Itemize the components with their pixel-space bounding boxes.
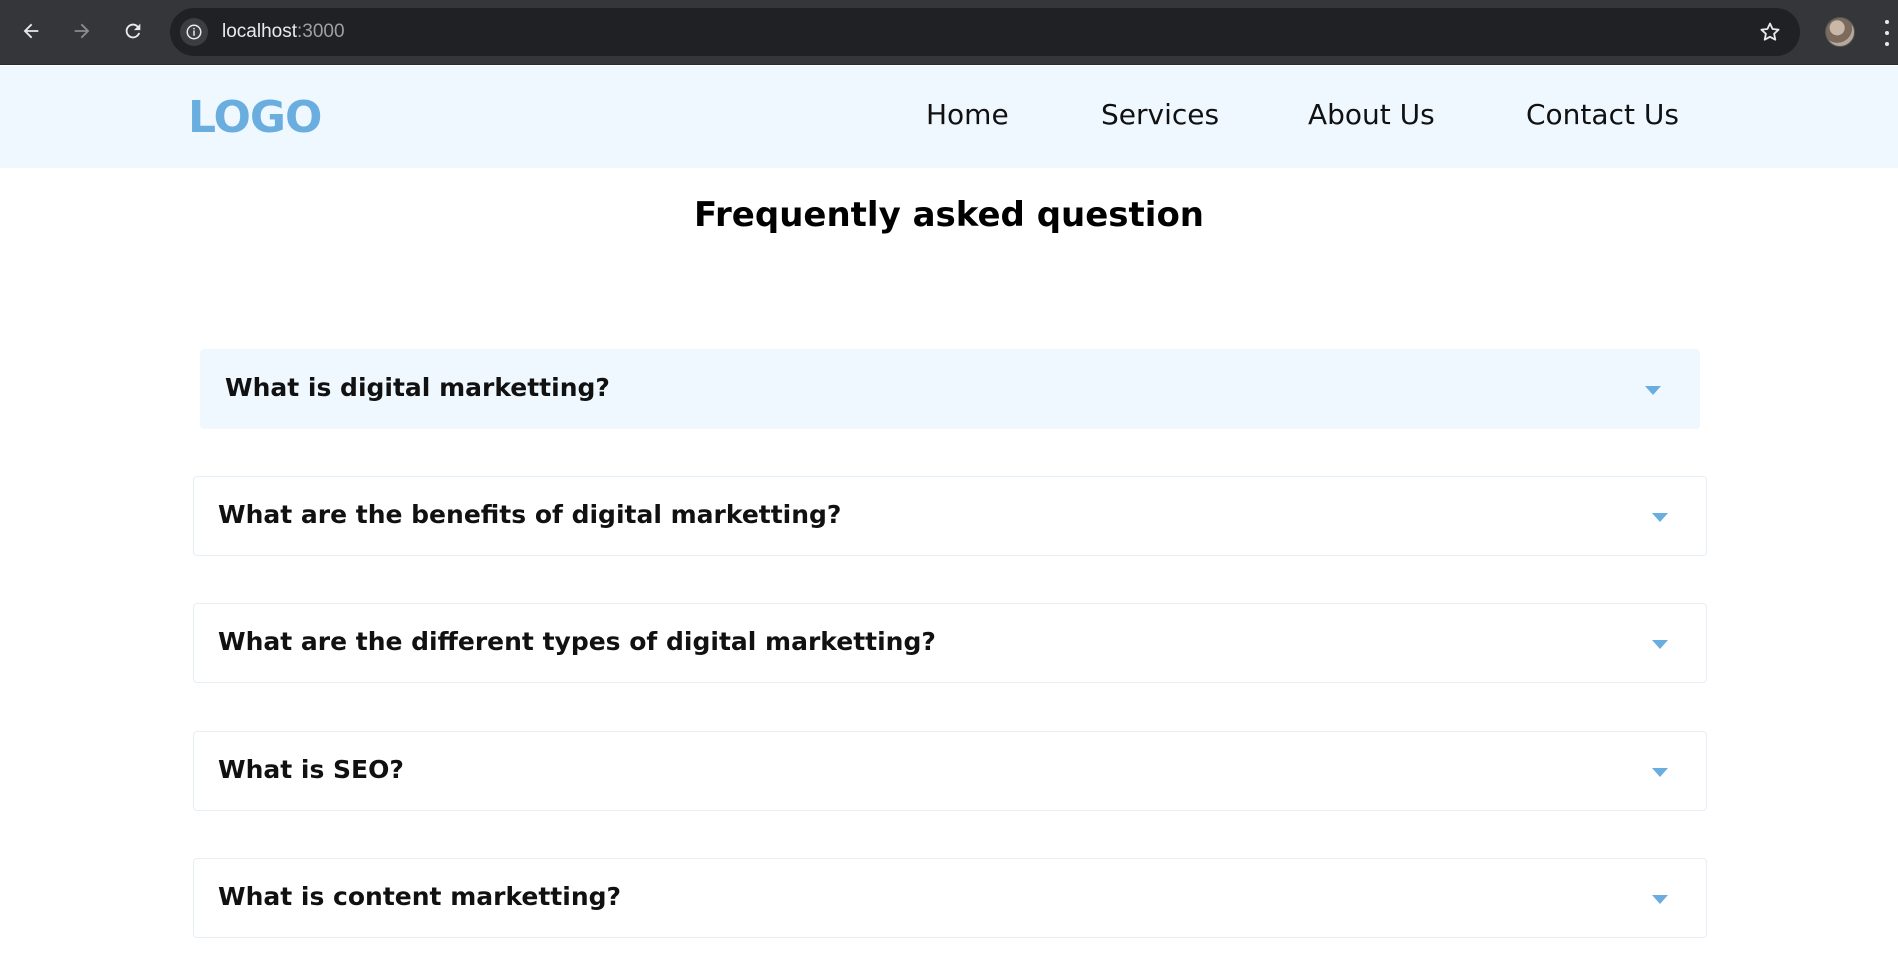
more-vert-icon[interactable] <box>1884 20 1890 46</box>
caret-down-icon <box>1652 895 1668 904</box>
site-header: LOGO Home Services About Us Contact Us <box>0 66 1898 168</box>
address-bar[interactable]: localhost:3000 <box>170 8 1800 56</box>
browser-toolbar: localhost:3000 <box>0 0 1898 65</box>
faq-item[interactable]: What is SEO? <box>193 731 1707 811</box>
back-arrow-icon <box>23 23 39 39</box>
nav-contact-us[interactable]: Contact Us <box>1526 98 1679 131</box>
forward-button[interactable] <box>65 14 99 48</box>
reload-button[interactable] <box>116 14 150 48</box>
caret-down-icon <box>1652 768 1668 777</box>
reload-icon <box>125 23 141 39</box>
nav-about-us[interactable]: About Us <box>1308 98 1435 131</box>
faq-question: What are the benefits of digital markett… <box>218 500 842 529</box>
faq-item[interactable]: What is digital marketting? <box>200 349 1700 429</box>
profile-avatar[interactable] <box>1825 17 1855 47</box>
star-icon[interactable] <box>1758 20 1782 44</box>
url-text[interactable]: localhost:3000 <box>222 21 345 43</box>
caret-down-icon <box>1652 640 1668 649</box>
faq-question: What are the different types of digital … <box>218 627 936 656</box>
info-icon[interactable] <box>180 18 208 46</box>
nav-services[interactable]: Services <box>1101 98 1219 131</box>
back-button[interactable] <box>14 14 48 48</box>
faq-title: Frequently asked question <box>693 195 1205 235</box>
url-host: localhost <box>222 21 297 42</box>
faq-item[interactable]: What is content marketting? <box>193 858 1707 938</box>
caret-down-icon <box>1645 386 1661 395</box>
faq-question: What is digital marketting? <box>225 373 610 402</box>
faq-question: What is SEO? <box>218 755 404 784</box>
forward-arrow-icon <box>74 23 90 39</box>
faq-item[interactable]: What are the benefits of digital markett… <box>193 476 1707 556</box>
nav-home[interactable]: Home <box>926 98 1009 131</box>
caret-down-icon <box>1652 513 1668 522</box>
faq-item[interactable]: What are the different types of digital … <box>193 603 1707 683</box>
faq-question: What is content marketting? <box>218 882 622 911</box>
url-port: :3000 <box>297 21 345 42</box>
main-nav: Home Services About Us Contact Us <box>0 98 1898 138</box>
